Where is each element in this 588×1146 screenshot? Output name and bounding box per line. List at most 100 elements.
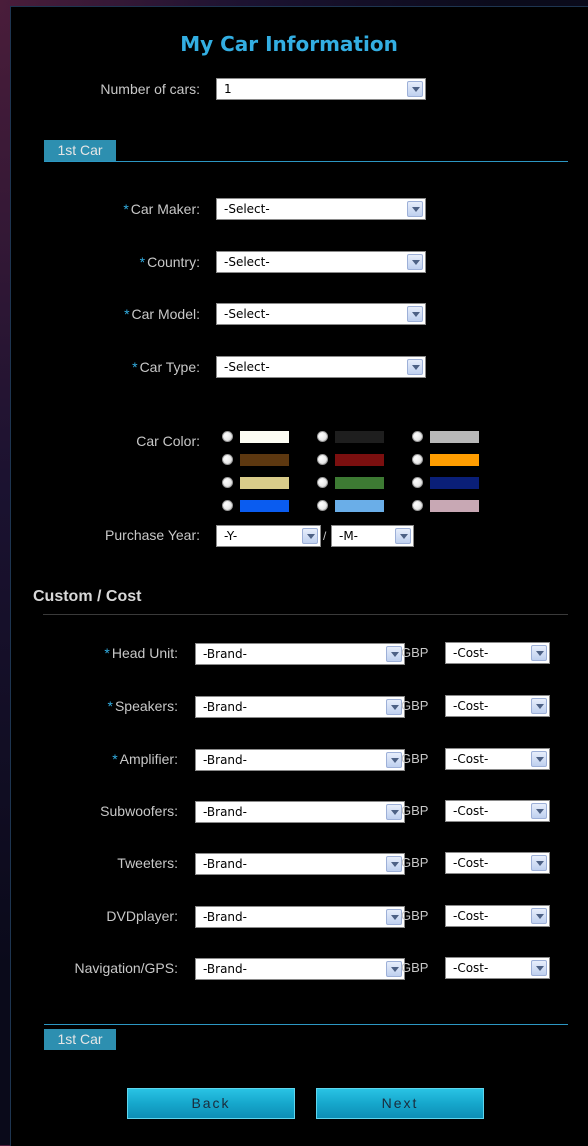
color-radio[interactable]: [317, 500, 328, 511]
chevron-down-icon[interactable]: [407, 201, 423, 217]
chevron-down-icon[interactable]: [386, 699, 402, 715]
country-select[interactable]: -Select-: [216, 251, 426, 273]
dvdplayer-cost-select[interactable]: -Cost-: [445, 905, 550, 927]
chevron-down-icon[interactable]: [407, 306, 423, 322]
chevron-down-icon[interactable]: [302, 528, 318, 544]
tab-1st-car-bottom[interactable]: 1st Car: [44, 1029, 116, 1050]
amplifier-cost-select[interactable]: -Cost-: [445, 748, 550, 770]
chevron-down-icon[interactable]: [407, 81, 423, 97]
chevron-down-icon[interactable]: [531, 960, 547, 976]
color-swatch[interactable]: [335, 431, 384, 443]
dvdplayer-cost-select-value: -Cost-: [453, 909, 489, 923]
navigationgps-label: Navigation/GPS:: [75, 960, 179, 976]
tweeters-label: Tweeters:: [117, 855, 178, 871]
navigationgps-cost-select[interactable]: -Cost-: [445, 957, 550, 979]
headunit-label: * Head Unit:: [104, 645, 178, 661]
color-swatch[interactable]: [335, 454, 384, 466]
back-button[interactable]: Back: [127, 1088, 295, 1119]
num-cars-label: Number of cars:: [100, 81, 200, 97]
headunit-brand-select[interactable]: -Brand-: [195, 643, 405, 665]
chevron-down-icon[interactable]: [531, 803, 547, 819]
chevron-down-icon[interactable]: [531, 751, 547, 767]
car-color-label: Car Color:: [136, 433, 200, 449]
dvdplayer-label: DVDplayer:: [106, 908, 178, 924]
speakers-brand-select[interactable]: -Brand-: [195, 696, 405, 718]
cartype-select-value: -Select-: [224, 360, 270, 374]
color-swatch[interactable]: [240, 477, 289, 489]
color-swatch[interactable]: [430, 500, 479, 512]
required-mark: *: [139, 254, 146, 270]
dvdplayer-label-text: DVDplayer:: [106, 908, 178, 924]
chevron-down-icon[interactable]: [407, 359, 423, 375]
color-swatch[interactable]: [240, 500, 289, 512]
required-mark: *: [132, 359, 138, 375]
color-radio[interactable]: [317, 477, 328, 488]
chevron-down-icon[interactable]: [531, 855, 547, 871]
color-swatch[interactable]: [430, 477, 479, 489]
next-button[interactable]: Next: [316, 1088, 484, 1119]
divider: [44, 1024, 568, 1025]
chevron-down-icon[interactable]: [395, 528, 411, 544]
headunit-cost-select-value: -Cost-: [453, 646, 489, 660]
navigationgps-label-text: Navigation/GPS:: [74, 960, 179, 976]
num-cars-select[interactable]: 1: [216, 78, 426, 100]
color-radio[interactable]: [412, 454, 423, 465]
chevron-down-icon[interactable]: [386, 804, 402, 820]
carmaker-select-value: -Select-: [224, 202, 270, 216]
amplifier-brand-select[interactable]: -Brand-: [195, 749, 405, 771]
chevron-down-icon[interactable]: [531, 698, 547, 714]
chevron-down-icon[interactable]: [531, 908, 547, 924]
tweeters-brand-select[interactable]: -Brand-: [195, 853, 405, 875]
page-title: My Car Information: [180, 32, 398, 56]
dvdplayer-brand-select[interactable]: -Brand-: [195, 906, 405, 928]
color-radio[interactable]: [317, 431, 328, 442]
chevron-down-icon[interactable]: [386, 646, 402, 662]
country-select-value: -Select-: [224, 255, 270, 269]
chevron-down-icon[interactable]: [386, 856, 402, 872]
year-select[interactable]: -Y-: [216, 525, 321, 547]
carmodel-select[interactable]: -Select-: [216, 303, 426, 325]
color-swatch[interactable]: [240, 454, 289, 466]
tab-1st-car[interactable]: 1st Car: [44, 140, 116, 161]
color-swatch[interactable]: [430, 454, 479, 466]
month-select[interactable]: -M-: [331, 525, 414, 547]
speakers-label-text: Speakers:: [114, 698, 178, 714]
color-radio[interactable]: [317, 454, 328, 465]
color-radio[interactable]: [222, 431, 233, 442]
date-separator: /: [323, 529, 327, 543]
divider: [44, 161, 568, 162]
color-radio[interactable]: [222, 477, 233, 488]
chevron-down-icon[interactable]: [407, 254, 423, 270]
year-value: -Y-: [224, 529, 238, 543]
chevron-down-icon[interactable]: [386, 909, 402, 925]
dvdplayer-brand-select-value: -Brand-: [203, 910, 247, 924]
subwoofers-cost-select[interactable]: -Cost-: [445, 800, 550, 822]
divider: [43, 614, 568, 615]
subwoofers-brand-select[interactable]: -Brand-: [195, 801, 405, 823]
tweeters-cost-select[interactable]: -Cost-: [445, 852, 550, 874]
headunit-cost-select[interactable]: -Cost-: [445, 642, 550, 664]
chevron-down-icon[interactable]: [531, 645, 547, 661]
color-radio[interactable]: [412, 477, 423, 488]
color-radio[interactable]: [222, 454, 233, 465]
required-mark: *: [104, 645, 110, 661]
color-radio[interactable]: [412, 431, 423, 442]
color-swatch[interactable]: [240, 431, 289, 443]
chevron-down-icon[interactable]: [386, 752, 402, 768]
color-swatch[interactable]: [335, 477, 384, 489]
purchase-year-label: Purchase Year:: [105, 527, 200, 543]
color-swatch[interactable]: [430, 431, 479, 443]
headunit-label-text: Head Unit:: [111, 645, 178, 661]
color-swatch[interactable]: [335, 500, 384, 512]
color-radio[interactable]: [412, 500, 423, 511]
custom-cost-heading: Custom / Cost: [33, 588, 142, 605]
speakers-cost-select[interactable]: -Cost-: [445, 695, 550, 717]
cartype-select[interactable]: -Select-: [216, 356, 426, 378]
subwoofers-brand-select-value: -Brand-: [203, 805, 247, 819]
navigationgps-brand-select[interactable]: -Brand-: [195, 958, 405, 980]
carmaker-select[interactable]: -Select-: [216, 198, 426, 220]
carmaker-label: * Car Maker:: [123, 201, 200, 217]
subwoofers-label-text: Subwoofers:: [100, 803, 178, 819]
color-radio[interactable]: [222, 500, 233, 511]
chevron-down-icon[interactable]: [386, 961, 402, 977]
